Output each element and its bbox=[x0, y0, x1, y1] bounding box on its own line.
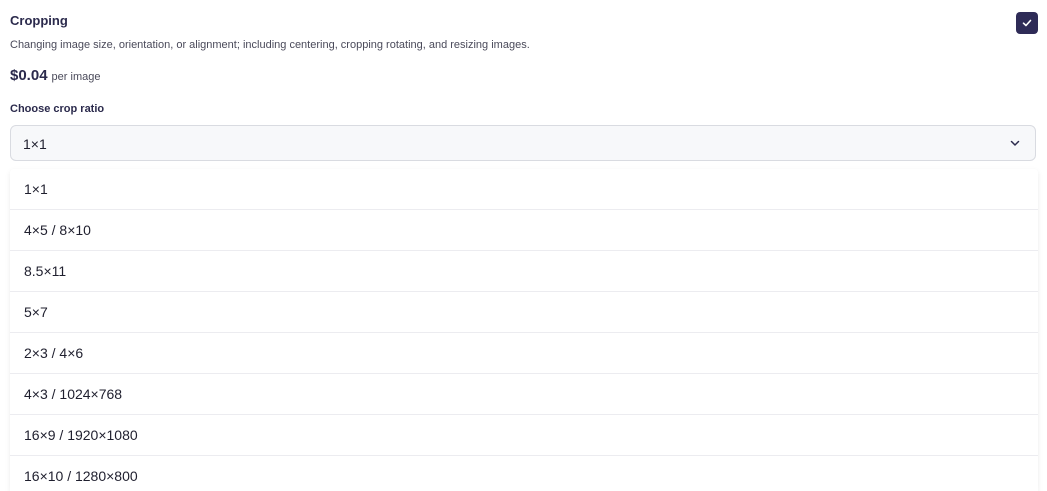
crop-ratio-select[interactable]: 1×1 bbox=[10, 125, 1036, 161]
service-checkbox[interactable] bbox=[1016, 12, 1038, 34]
service-description: Changing image size, orientation, or ali… bbox=[10, 39, 530, 51]
chevron-down-icon bbox=[1010, 140, 1020, 146]
cropping-service-panel: Cropping Changing image size, orientatio… bbox=[0, 0, 1047, 491]
price-unit: per image bbox=[51, 71, 101, 83]
crop-option[interactable]: 8.5×11 bbox=[10, 251, 1038, 292]
crop-option[interactable]: 5×7 bbox=[10, 292, 1038, 333]
crop-ratio-dropdown: 1×1 4×5 / 8×10 8.5×11 5×7 2×3 / 4×6 4×3 … bbox=[10, 169, 1038, 491]
crop-ratio-label: Choose crop ratio bbox=[10, 103, 105, 115]
service-title: Cropping bbox=[10, 13, 68, 28]
price-row: $0.04 per image bbox=[10, 67, 100, 84]
check-icon bbox=[1022, 19, 1032, 27]
price-value: $0.04 bbox=[10, 67, 48, 84]
crop-option[interactable]: 1×1 bbox=[10, 169, 1038, 210]
crop-option[interactable]: 2×3 / 4×6 bbox=[10, 333, 1038, 374]
crop-option[interactable]: 16×10 / 1280×800 bbox=[10, 456, 1038, 491]
crop-option[interactable]: 4×3 / 1024×768 bbox=[10, 374, 1038, 415]
crop-option[interactable]: 4×5 / 8×10 bbox=[10, 210, 1038, 251]
crop-ratio-selected-value: 1×1 bbox=[23, 136, 47, 152]
crop-option[interactable]: 16×9 / 1920×1080 bbox=[10, 415, 1038, 456]
